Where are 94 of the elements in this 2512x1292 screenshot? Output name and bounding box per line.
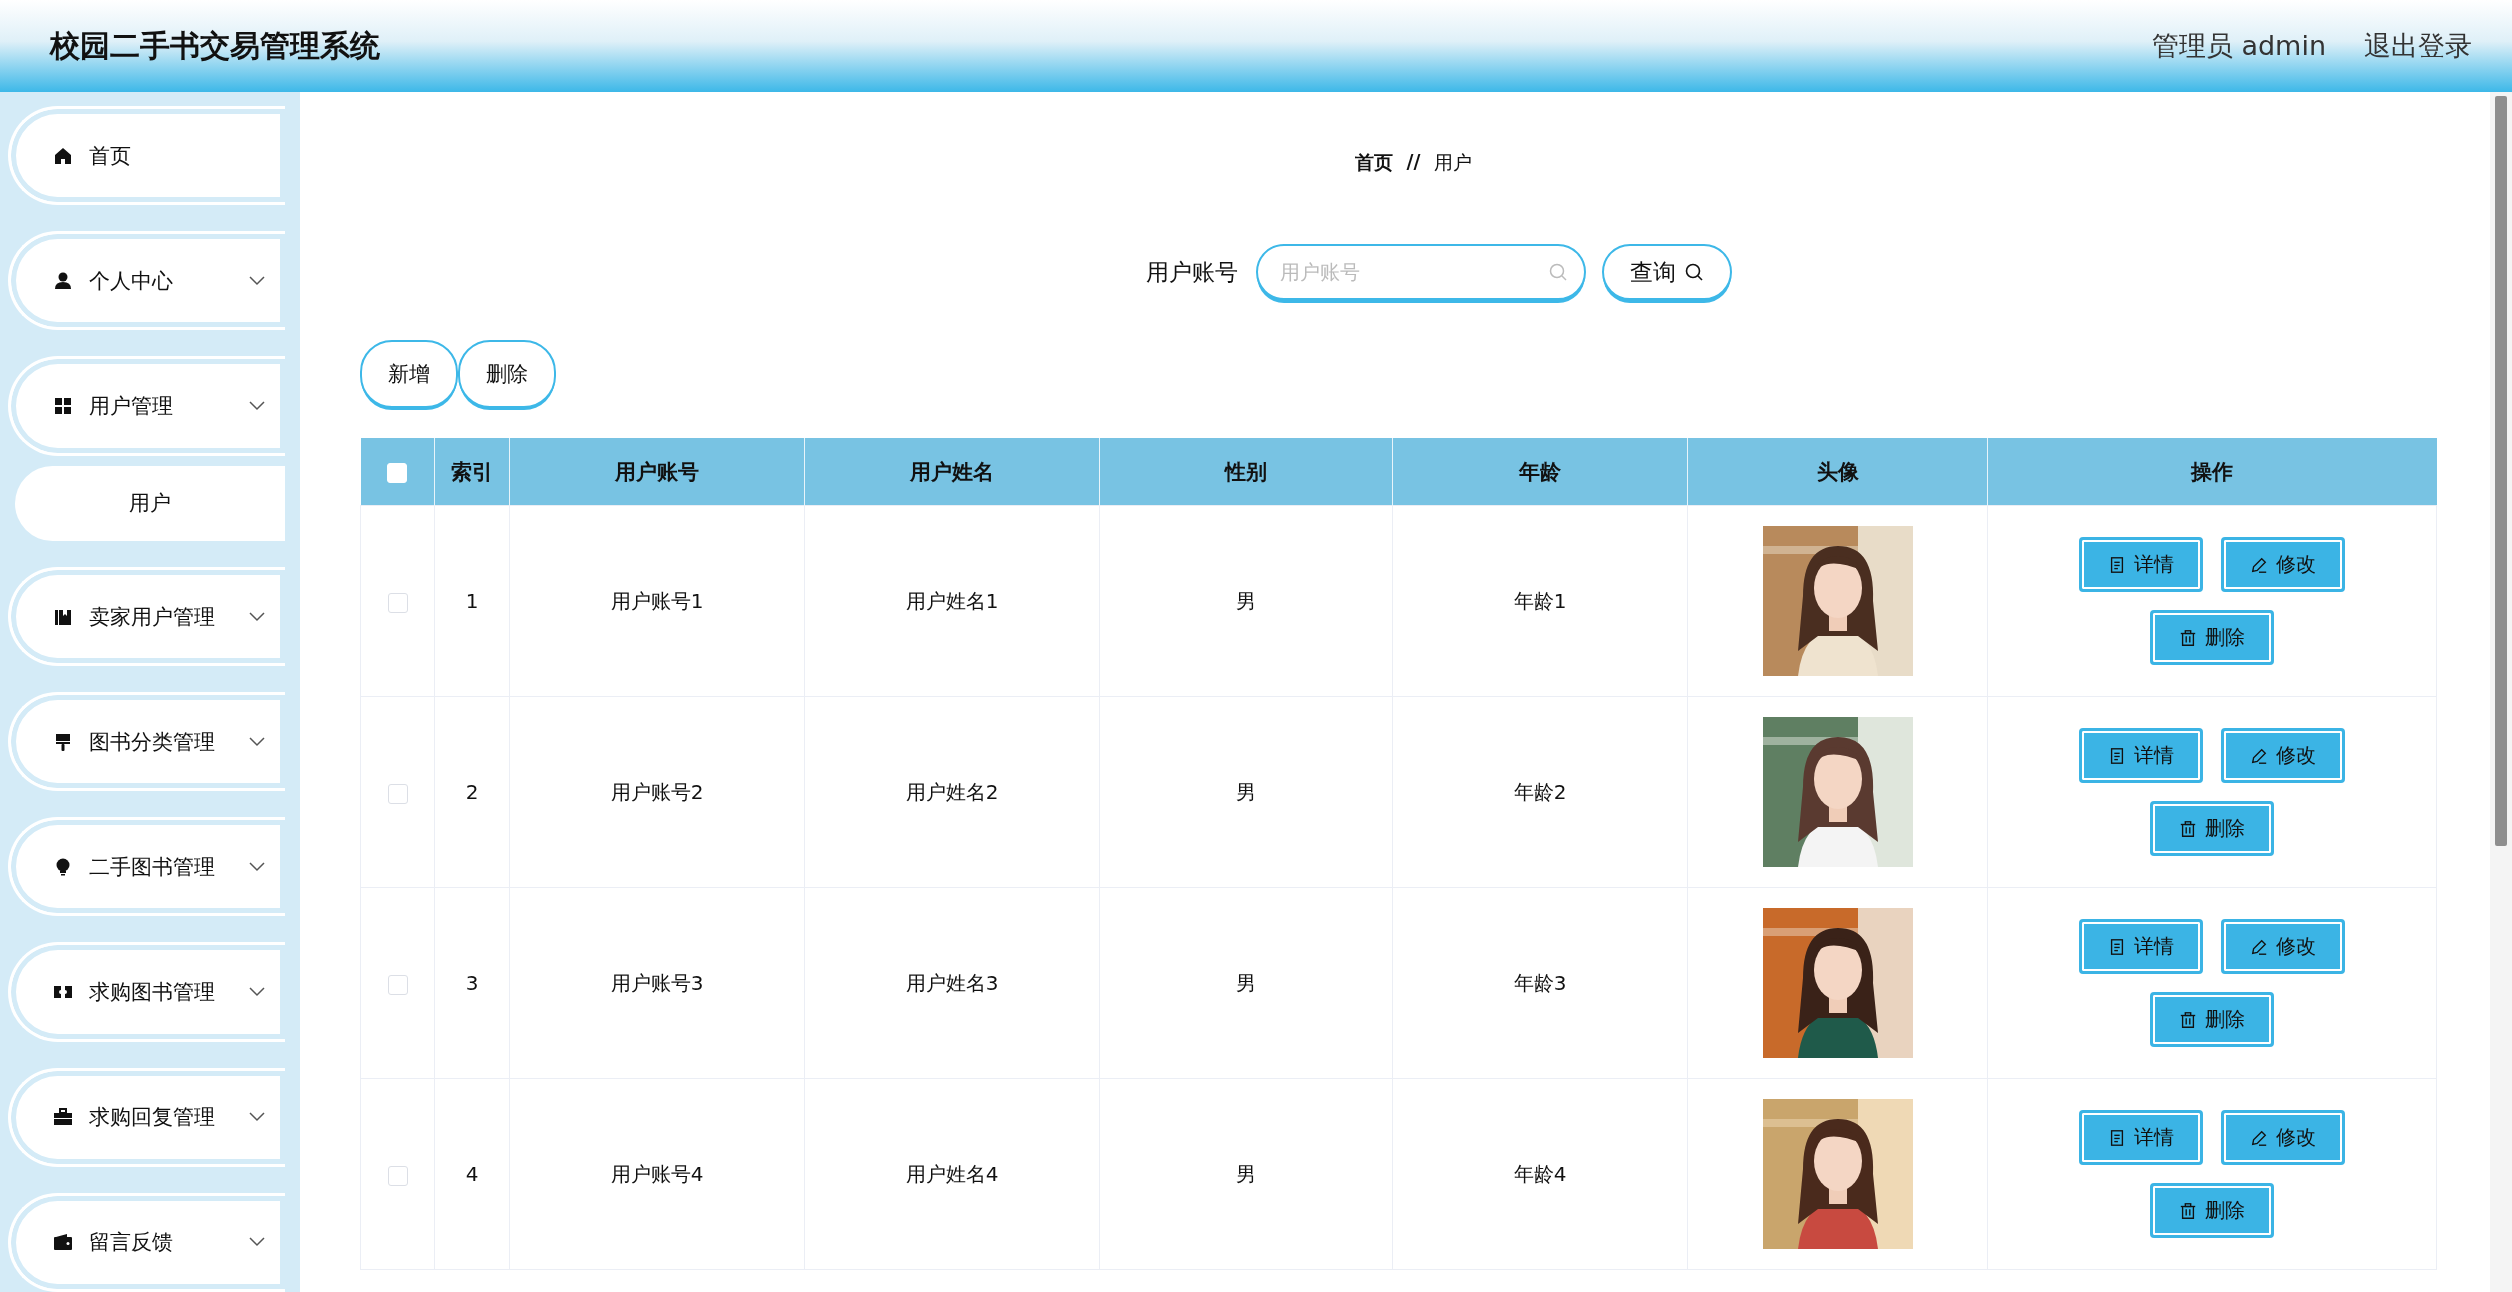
menu-icon: [53, 731, 73, 752]
chevron-icon: [249, 861, 265, 872]
search-field[interactable]: 用户账号: [1255, 244, 1586, 300]
table-cell: 3: [434, 887, 510, 1079]
action-button[interactable]: 详情: [2079, 728, 2203, 783]
select-all-checkbox[interactable]: [387, 462, 408, 483]
chevron-icon: [249, 1237, 265, 1248]
chevron-icon: [249, 400, 265, 411]
table-cell: 用户姓名2: [804, 696, 1100, 888]
sidebar-item[interactable]: 个人中心: [8, 231, 285, 331]
table-cell: 用户姓名3: [804, 887, 1100, 1079]
table-cell: 用户账号4: [509, 1078, 805, 1270]
column-header: 性别: [1099, 438, 1393, 506]
table-cell: 男: [1099, 505, 1393, 697]
pencil-icon: [2250, 1128, 2268, 1147]
sidebar-item[interactable]: 求购图书管理: [8, 942, 285, 1042]
chevron-icon: [249, 987, 265, 998]
action-button[interactable]: 详情: [2079, 1110, 2203, 1165]
chevron-icon: [249, 1112, 265, 1123]
scrollbar[interactable]: [2490, 92, 2512, 1292]
action-button[interactable]: 删除: [2150, 1183, 2274, 1238]
search-button[interactable]: 查询: [1601, 244, 1732, 300]
pencil-icon: [2250, 746, 2268, 765]
sidebar-subitem[interactable]: 用户: [15, 465, 285, 541]
column-header: 用户姓名: [804, 438, 1100, 506]
menu-icon: [53, 270, 73, 291]
table-cell: 年龄4: [1392, 1078, 1688, 1270]
action-button[interactable]: 详情: [2079, 537, 2203, 592]
action-button[interactable]: 修改: [2221, 728, 2345, 783]
breadcrumb-item[interactable]: 首页: [1354, 150, 1393, 176]
search-icon: [1547, 262, 1568, 282]
breadcrumb-item: 用户: [1434, 150, 1473, 175]
column-header: 操作: [1987, 438, 2437, 506]
action-button[interactable]: 删除: [2150, 992, 2274, 1047]
sidebar-item[interactable]: 卖家用户管理: [8, 566, 285, 667]
search-label: 用户账号: [1145, 257, 1238, 287]
table-cell: 年龄2: [1392, 696, 1688, 888]
trash-icon: [2179, 628, 2197, 647]
action-button[interactable]: 修改: [2221, 537, 2345, 592]
document-icon: [2108, 1128, 2126, 1147]
row-checkbox[interactable]: [387, 783, 408, 804]
table-cell: 年龄1: [1392, 505, 1688, 697]
column-header: 年龄: [1392, 438, 1688, 506]
table-cell: 男: [1099, 887, 1393, 1079]
row-checkbox[interactable]: [387, 974, 408, 995]
table-cell: 用户账号3: [509, 887, 805, 1079]
logout-link[interactable]: 退出登录: [2364, 28, 2472, 64]
toolbar-button[interactable]: 删除: [458, 340, 556, 408]
sidebar-item[interactable]: 留言反馈: [8, 1192, 285, 1292]
table-cell: 用户账号2: [509, 696, 805, 888]
user-label: 管理员 admin: [2151, 29, 2326, 63]
table-cell: 年龄3: [1392, 887, 1688, 1079]
menu-icon: [53, 395, 73, 416]
table-cell: 1: [434, 505, 510, 697]
table-cell: 用户账号1: [509, 505, 805, 697]
table-cell: 2: [434, 696, 510, 888]
document-icon: [2108, 555, 2126, 574]
column-header: 头像: [1687, 438, 1988, 506]
trash-icon: [2179, 819, 2197, 838]
trash-icon: [2179, 1201, 2197, 1220]
breadcrumb-separator: //: [1406, 150, 1421, 174]
table-cell: 用户姓名4: [804, 1078, 1100, 1270]
sidebar-item[interactable]: 首页: [8, 106, 285, 206]
row-checkbox[interactable]: [387, 1165, 408, 1186]
search-icon: [1683, 262, 1704, 282]
menu-icon: [53, 1107, 73, 1128]
action-button[interactable]: 删除: [2150, 801, 2274, 856]
menu-icon: [53, 145, 73, 166]
app-title: 校园二手书交易管理系统: [50, 26, 380, 65]
column-header: 用户账号: [509, 438, 805, 506]
table-cell: 用户姓名1: [804, 505, 1100, 697]
column-header: 索引: [434, 438, 510, 506]
sidebar-item[interactable]: 二手图书管理: [8, 817, 285, 917]
chevron-icon: [249, 275, 265, 286]
sidebar-item[interactable]: 用户管理: [8, 356, 285, 456]
document-icon: [2108, 746, 2126, 765]
document-icon: [2108, 937, 2126, 956]
sidebar-item[interactable]: 求购回复管理: [8, 1067, 285, 1167]
sidebar-item[interactable]: 图书分类管理: [8, 692, 285, 792]
pencil-icon: [2250, 555, 2268, 574]
action-button[interactable]: 修改: [2221, 919, 2345, 974]
action-button[interactable]: 详情: [2079, 919, 2203, 974]
pencil-icon: [2250, 937, 2268, 956]
menu-icon: [53, 1232, 73, 1253]
table-cell: 4: [434, 1078, 510, 1270]
toolbar-button[interactable]: 新增: [360, 340, 458, 408]
trash-icon: [2179, 1010, 2197, 1029]
action-button[interactable]: 删除: [2150, 610, 2274, 665]
chevron-icon: [249, 611, 265, 622]
action-button[interactable]: 修改: [2221, 1110, 2345, 1165]
chevron-icon: [249, 736, 265, 747]
row-checkbox[interactable]: [387, 592, 408, 613]
table-cell: 男: [1099, 696, 1393, 888]
table-cell: 男: [1099, 1078, 1393, 1270]
